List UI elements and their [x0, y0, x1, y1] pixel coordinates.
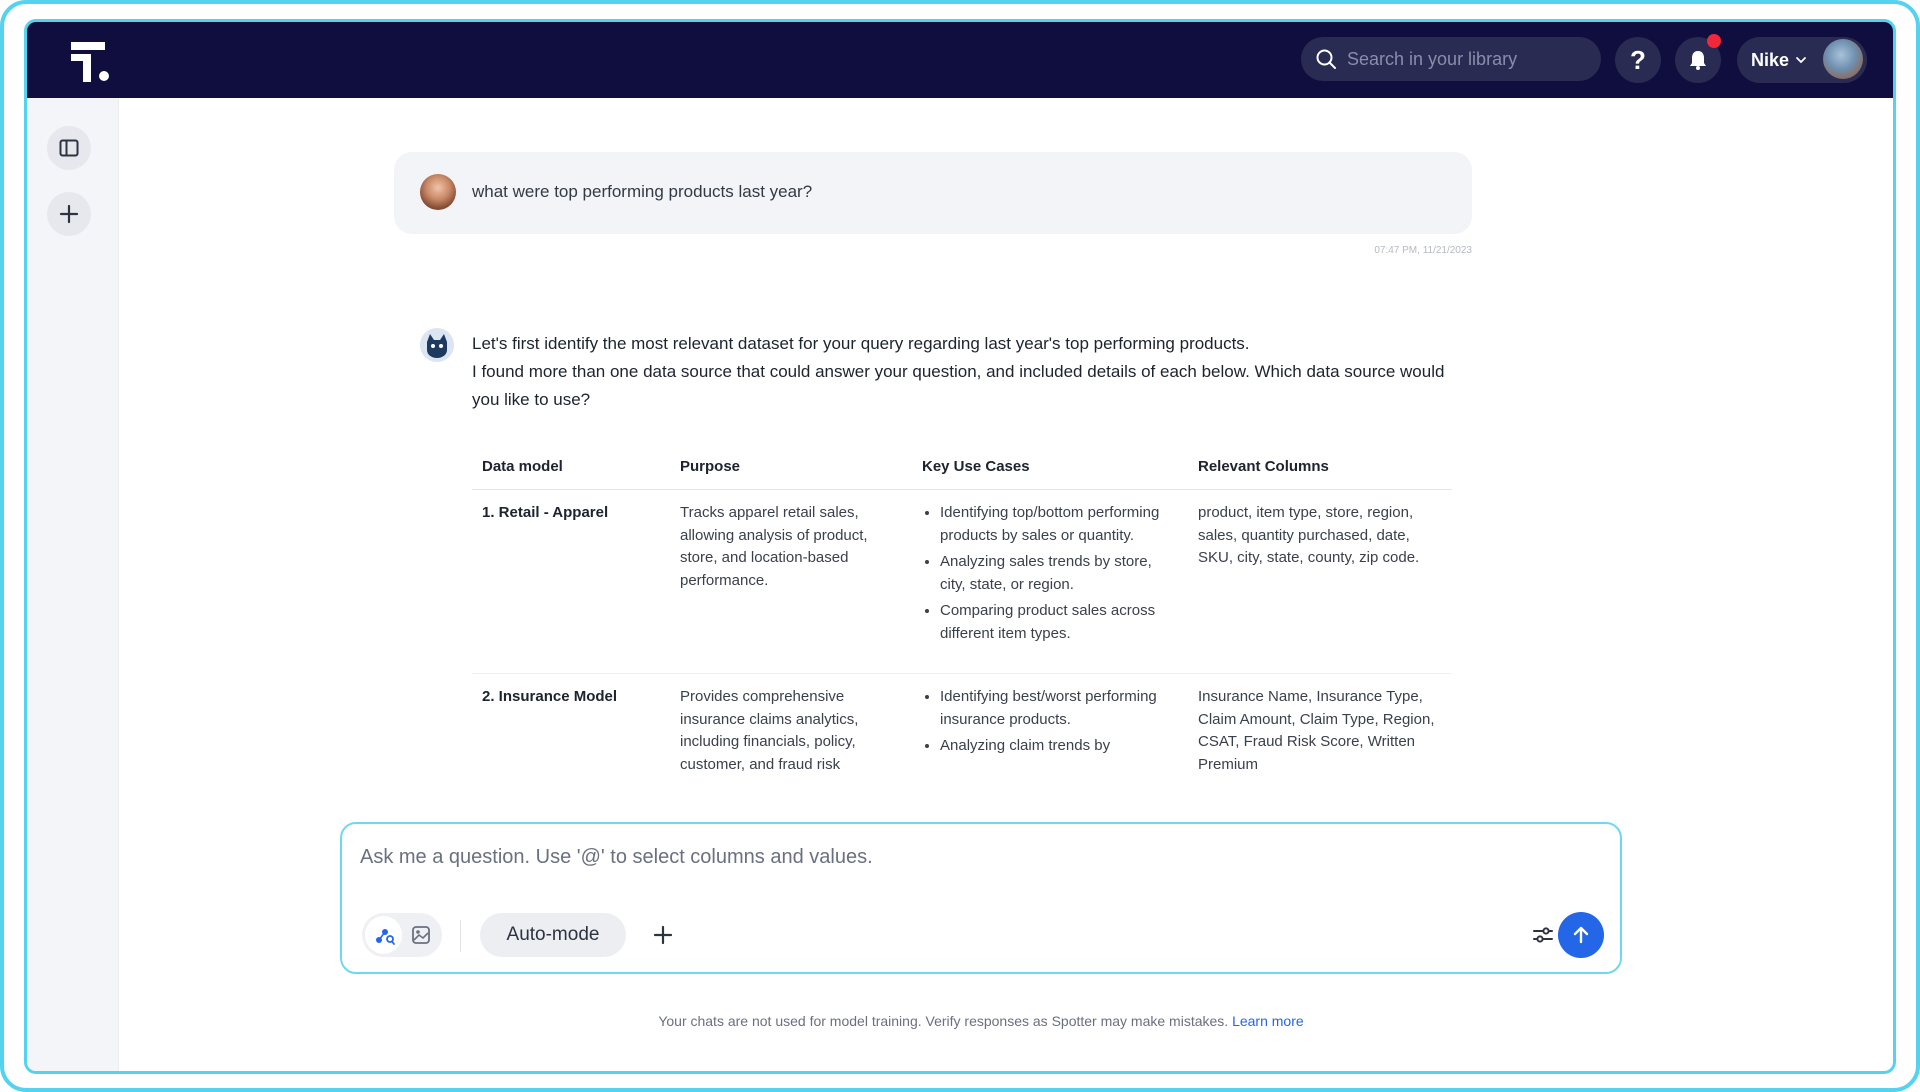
arrow-up-icon — [1573, 926, 1589, 944]
use-case-item: Identifying top/bottom performing produc… — [940, 502, 1178, 547]
plus-icon — [653, 925, 673, 945]
search-input[interactable] — [1347, 48, 1577, 70]
table-row[interactable]: 1. Retail - Apparel Tracks apparel retai… — [472, 489, 1452, 674]
use-case-item: Analyzing sales trends by store, city, s… — [940, 551, 1178, 596]
assistant-line-1: Let's first identify the most relevant d… — [472, 334, 1250, 353]
search-box[interactable] — [1301, 37, 1601, 81]
top-navigation-bar: ? Nike — [27, 22, 1893, 98]
bell-icon — [1690, 51, 1706, 70]
plus-icon — [59, 204, 79, 224]
table-header: Purpose — [670, 440, 912, 490]
use-case-item: Comparing product sales across different… — [940, 600, 1178, 645]
help-button[interactable]: ? — [1615, 37, 1661, 83]
send-button[interactable] — [1558, 912, 1604, 958]
footer-disclaimer: Your chats are not used for model traini… — [340, 1013, 1622, 1029]
message-timestamp: 07:47 PM, 11/21/2023 — [1374, 245, 1472, 256]
image-mode-icon — [411, 926, 430, 944]
table-header: Key Use Cases — [912, 440, 1188, 490]
data-source-table: Data model Purpose Key Use Cases Relevan… — [472, 440, 1452, 790]
data-mode-icon — [375, 929, 395, 945]
sliders-icon — [1533, 927, 1553, 943]
table-header: Data model — [472, 440, 670, 490]
assistant-line-2: I found more than one data source that c… — [472, 362, 1445, 409]
auto-mode-button[interactable]: Auto-mode — [480, 913, 626, 957]
org-name: Nike — [1751, 49, 1790, 70]
user-message-text: what were top performing products last y… — [472, 182, 813, 201]
user-avatar[interactable] — [1823, 39, 1863, 79]
settings-button[interactable] — [1524, 916, 1562, 954]
image-mode-option[interactable] — [402, 916, 439, 954]
use-case-item: Analyzing claim trends by — [940, 735, 1178, 758]
disclaimer-text: Your chats are not used for model traini… — [658, 1013, 1229, 1029]
assistant-message-text: Let's first identify the most relevant d… — [472, 330, 1472, 414]
add-attachment-button[interactable] — [644, 916, 682, 954]
table-cell-columns: product, item type, store, region, sales… — [1188, 489, 1452, 674]
sidebar-toggle-button[interactable] — [47, 126, 91, 170]
sidebar-toggle-icon — [59, 139, 79, 157]
table-header-row: Data model Purpose Key Use Cases Relevan… — [472, 440, 1452, 490]
user-message-avatar — [420, 174, 456, 210]
notification-badge — [1707, 34, 1721, 48]
learn-more-link[interactable]: Learn more — [1232, 1013, 1304, 1029]
chevron-down-icon — [1796, 57, 1806, 64]
table-cell-use-cases: Identifying top/bottom performing produc… — [912, 489, 1188, 674]
table-cell-model: 1. Retail - Apparel — [472, 489, 670, 674]
question-input[interactable] — [360, 846, 1560, 869]
mode-toggle[interactable] — [362, 913, 442, 957]
new-chat-button[interactable] — [47, 192, 91, 236]
logo-icon[interactable] — [69, 40, 113, 84]
table-header: Relevant Columns — [1188, 440, 1452, 490]
user-message-bubble: what were top performing products last y… — [394, 152, 1472, 234]
composer-divider — [460, 920, 461, 952]
use-case-item: Identifying best/worst performing insura… — [940, 686, 1178, 731]
data-mode-option[interactable] — [365, 916, 402, 954]
sidebar — [27, 98, 119, 1071]
table-cell-purpose: Tracks apparel retail sales, allowing an… — [670, 489, 912, 674]
chat-composer: Auto-mode — [340, 822, 1622, 974]
search-icon — [1316, 49, 1336, 69]
bot-avatar — [420, 328, 454, 362]
help-icon: ? — [1630, 44, 1646, 75]
